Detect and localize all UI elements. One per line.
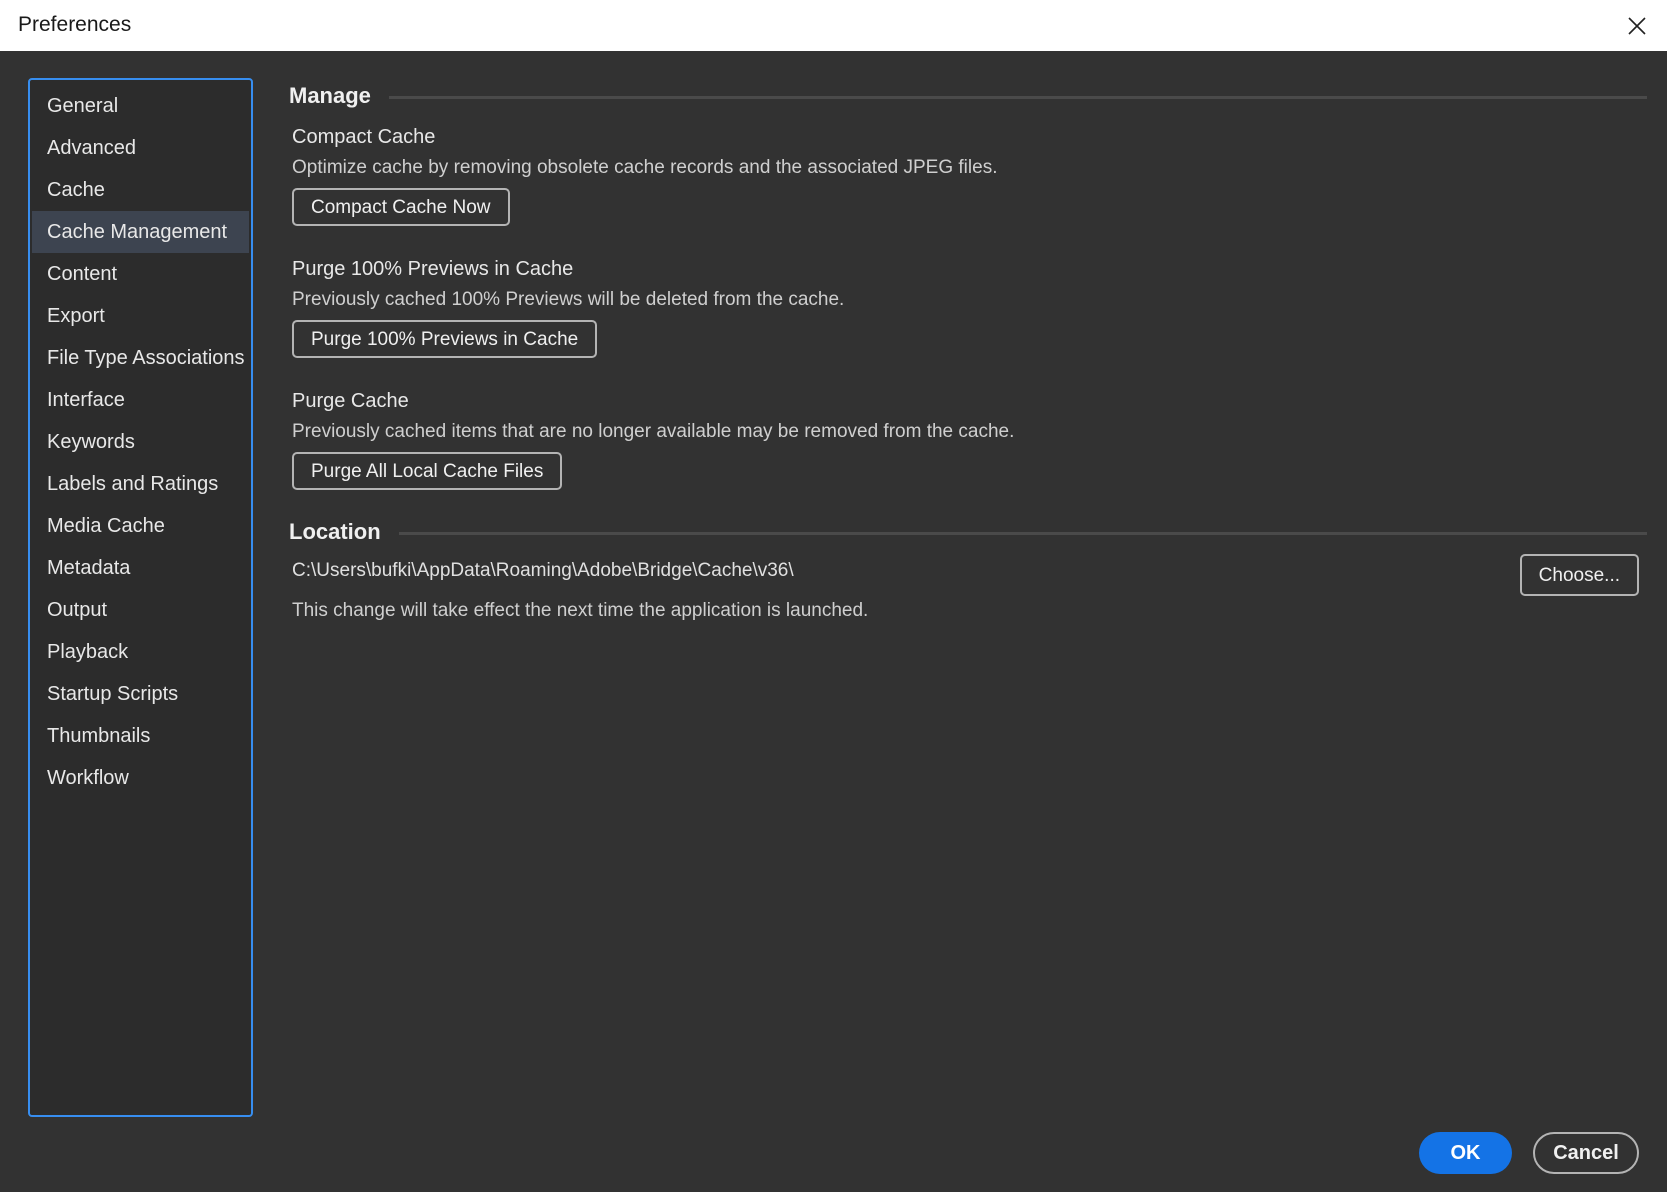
- cancel-button[interactable]: Cancel: [1533, 1132, 1639, 1174]
- sidebar-item-metadata[interactable]: Metadata: [32, 547, 249, 589]
- purge-cache-title: Purge Cache: [292, 390, 409, 412]
- section-divider: [289, 532, 1647, 535]
- manage-section-header: Manage: [289, 78, 1647, 118]
- manage-section-title: Manage: [289, 83, 389, 109]
- location-change-note: This change will take effect the next ti…: [292, 600, 869, 621]
- preferences-category-list[interactable]: General Advanced Cache Cache Management …: [28, 78, 253, 1117]
- compact-cache-group: Compact Cache Optimize cache by removing…: [292, 122, 1647, 250]
- purge-previews-description: Previously cached 100% Previews will be …: [292, 289, 845, 310]
- sidebar-item-general[interactable]: General: [32, 85, 249, 127]
- purge-cache-group: Purge Cache Previously cached items that…: [292, 386, 1647, 514]
- sidebar-item-advanced[interactable]: Advanced: [32, 127, 249, 169]
- purge-cache-description: Previously cached items that are no long…: [292, 421, 1015, 442]
- ok-button[interactable]: OK: [1419, 1132, 1512, 1174]
- sidebar-item-cache-management[interactable]: Cache Management: [32, 211, 249, 253]
- sidebar-item-media-cache[interactable]: Media Cache: [32, 505, 249, 547]
- location-section-header: Location: [289, 514, 1647, 554]
- sidebar-item-content[interactable]: Content: [32, 253, 249, 295]
- preferences-dialog: Preferences General Advanced Cache Cache…: [0, 0, 1667, 1192]
- title-bar: Preferences: [0, 0, 1667, 51]
- sidebar-item-interface[interactable]: Interface: [32, 379, 249, 421]
- purge-previews-button[interactable]: Purge 100% Previews in Cache: [292, 320, 598, 358]
- cache-location-path: C:\Users\bufki\AppData\Roaming\Adobe\Bri…: [292, 560, 794, 581]
- sidebar-item-export[interactable]: Export: [32, 295, 249, 337]
- close-icon: [1628, 17, 1646, 35]
- sidebar-item-thumbnails[interactable]: Thumbnails: [32, 715, 249, 757]
- sidebar-item-keywords[interactable]: Keywords: [32, 421, 249, 463]
- sidebar-item-labels-and-ratings[interactable]: Labels and Ratings: [32, 463, 249, 505]
- sidebar-item-workflow[interactable]: Workflow: [32, 757, 249, 799]
- compact-cache-description: Optimize cache by removing obsolete cach…: [292, 157, 998, 178]
- close-button[interactable]: [1617, 6, 1657, 46]
- cache-management-panel: Manage Compact Cache Optimize cache by r…: [289, 78, 1647, 622]
- purge-previews-group: Purge 100% Previews in Cache Previously …: [292, 254, 1647, 382]
- compact-cache-title: Compact Cache: [292, 126, 436, 148]
- sidebar-item-file-type-associations[interactable]: File Type Associations: [32, 337, 249, 379]
- location-section-title: Location: [289, 519, 399, 545]
- sidebar-item-output[interactable]: Output: [32, 589, 249, 631]
- sidebar-item-cache[interactable]: Cache: [32, 169, 249, 211]
- sidebar-item-playback[interactable]: Playback: [32, 631, 249, 673]
- section-divider: [289, 96, 1647, 99]
- purge-previews-title: Purge 100% Previews in Cache: [292, 258, 574, 280]
- choose-location-button[interactable]: Choose...: [1519, 554, 1639, 596]
- dialog-title: Preferences: [18, 13, 132, 36]
- compact-cache-now-button[interactable]: Compact Cache Now: [292, 188, 510, 226]
- sidebar-item-startup-scripts[interactable]: Startup Scripts: [32, 673, 249, 715]
- location-row: C:\Users\bufki\AppData\Roaming\Adobe\Bri…: [292, 554, 1647, 598]
- purge-all-local-cache-button[interactable]: Purge All Local Cache Files: [292, 452, 563, 490]
